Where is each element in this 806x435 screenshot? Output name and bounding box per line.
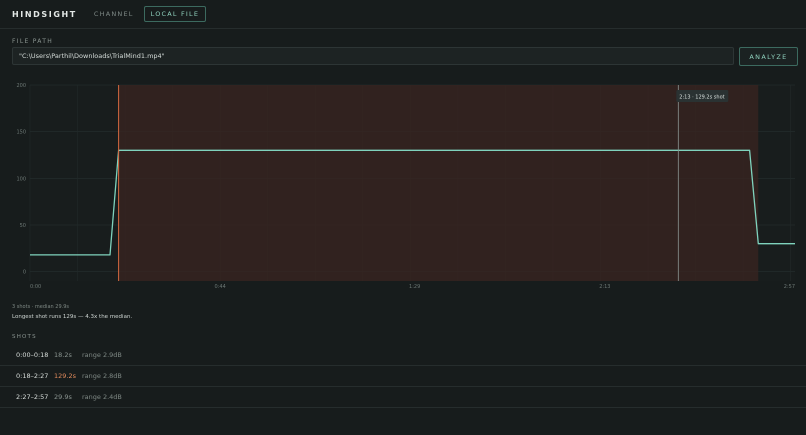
x-tick-label: 2:57	[784, 284, 795, 290]
file-path-label: FILE PATH	[12, 38, 54, 45]
x-tick-label: 0:44	[215, 284, 226, 290]
tab-channel[interactable]: CHANNEL	[94, 10, 134, 18]
shot-db-range: range 2.4dB	[82, 393, 122, 401]
app-brand: HINDSIGHT	[12, 9, 77, 19]
x-tick-label: 0:00	[30, 284, 41, 290]
loudness-chart[interactable]: 2:13 · 129.2s shot 200 150 100 50 0 0:00 0:44…	[0, 80, 806, 295]
shot-duration: 129.2s	[54, 372, 76, 380]
x-axis: 0:00 0:44 1:29 2:13 2:57	[30, 284, 795, 290]
x-tick-label: 2:13	[599, 284, 610, 290]
y-tick-label: 200	[16, 83, 26, 89]
file-path-input[interactable]	[12, 47, 734, 65]
shots-heading: SHOTS	[12, 334, 37, 340]
x-tick-label: 1:29	[409, 284, 420, 290]
shot-duration: 29.9s	[54, 393, 72, 401]
longest-shot-note: Longest shot runs 129s — 4.3x the median…	[12, 314, 133, 320]
shot-summary: 3 shots · median 29.9s	[12, 304, 70, 310]
tab-local-file[interactable]: LOCAL FILE	[143, 6, 207, 22]
cursor-tooltip-text: 2:13 · 129.2s shot	[679, 95, 724, 101]
shot-range: 0:00–0:18	[16, 351, 49, 359]
highlight-band	[118, 85, 759, 281]
y-tick-label: 50	[20, 223, 26, 229]
y-tick-label: 100	[16, 176, 26, 182]
shot-range: 2:27–2:57	[16, 393, 49, 401]
y-tick-label: 0	[23, 270, 26, 276]
shot-highlight	[118, 85, 759, 281]
shot-row[interactable]: 0:18–2:27 129.2s range 2.8dB	[0, 366, 806, 387]
analyze-button[interactable]: ANALYZE	[739, 47, 798, 66]
shot-row[interactable]: 2:27–2:57 29.9s range 2.4dB	[0, 387, 806, 408]
shot-range: 0:18–2:27	[16, 372, 49, 380]
shot-db-range: range 2.9dB	[82, 351, 122, 359]
y-axis: 200 150 100 50 0	[16, 83, 26, 276]
shot-db-range: range 2.8dB	[82, 372, 122, 380]
y-tick-label: 150	[16, 130, 26, 136]
shot-duration: 18.2s	[54, 351, 72, 359]
top-bar: HINDSIGHT CHANNEL LOCAL FILE	[0, 0, 806, 29]
shot-row[interactable]: 0:00–0:18 18.2s range 2.9dB	[0, 345, 806, 366]
